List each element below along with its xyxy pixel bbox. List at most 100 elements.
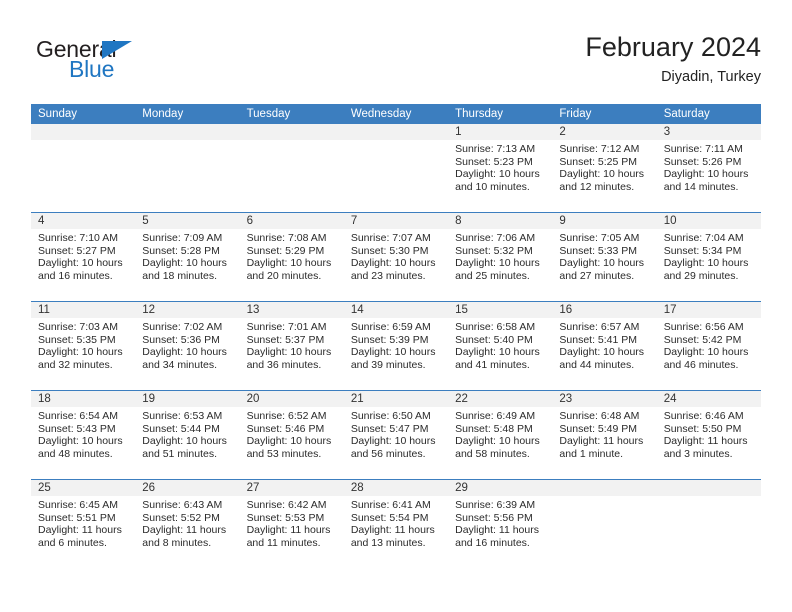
sunset-text: Sunset: 5:53 PM bbox=[246, 511, 325, 524]
calendar-day-cell[interactable]: 19 Sunrise: 6:53 AM Sunset: 5:44 PM Dayligh… bbox=[135, 391, 240, 479]
page-title: February 2024 bbox=[585, 32, 761, 62]
calendar-day-cell[interactable]: 4 Sunrise: 7:10 AM Sunset: 5:27 PM Daylight… bbox=[31, 213, 136, 301]
daylight-text: Daylight: 10 hours bbox=[246, 346, 332, 359]
daylight-text: and 13 minutes. bbox=[350, 536, 426, 549]
daylight-text: Daylight: 10 hours bbox=[455, 346, 540, 359]
sunrise-text: Sunrise: 6:52 AM bbox=[246, 410, 327, 422]
day-number: 20 bbox=[239, 391, 344, 407]
day-details: Sunrise: 7:06 AM Sunset: 5:32 PM Daylight:… bbox=[448, 229, 552, 282]
daylight-text: Daylight: 10 hours bbox=[455, 435, 540, 448]
daylight-text: Daylight: 11 hours bbox=[663, 435, 748, 448]
day-details: Sunrise: 6:41 AM Sunset: 5:54 PM Daylight:… bbox=[344, 496, 448, 549]
calendar-day-cell[interactable]: 17 Sunrise: 6:56 AM Sunset: 5:42 PM Dayligh… bbox=[656, 302, 761, 390]
sunset-text: Sunset: 5:37 PM bbox=[246, 333, 325, 346]
daylight-text: and 10 minutes. bbox=[455, 180, 530, 193]
day-number: 21 bbox=[343, 391, 449, 407]
sunrise-text: Sunrise: 7:01 AM bbox=[246, 321, 327, 333]
calendar-day-cell[interactable]: 29 Sunrise: 6:39 AM Sunset: 5:56 PM Dayligh… bbox=[448, 480, 553, 568]
daylight-text: Daylight: 10 hours bbox=[246, 435, 332, 448]
calendar-day-cell[interactable]: 20 Sunrise: 6:52 AM Sunset: 5:46 PM Dayligh… bbox=[239, 391, 344, 479]
sunset-text: Sunset: 5:47 PM bbox=[350, 422, 429, 435]
sunrise-text: Sunrise: 7:12 AM bbox=[559, 143, 640, 155]
calendar-body: 1 Sunrise: 7:13 AM Sunset: 5:23 PM Daylight… bbox=[31, 124, 761, 568]
daylight-text: and 51 minutes. bbox=[142, 447, 217, 460]
day-details: Sunrise: 6:43 AM Sunset: 5:52 PM Daylight:… bbox=[135, 496, 239, 549]
calendar-day-cell[interactable]: 6 Sunrise: 7:08 AM Sunset: 5:29 PM Daylight… bbox=[239, 213, 344, 301]
day-details bbox=[552, 496, 656, 499]
calendar-day-cell[interactable]: 21 Sunrise: 6:50 AM Sunset: 5:47 PM Dayligh… bbox=[343, 391, 449, 479]
day-details: Sunrise: 6:46 AM Sunset: 5:50 PM Daylight:… bbox=[657, 407, 761, 460]
calendar-day-cell[interactable]: 13 Sunrise: 7:01 AM Sunset: 5:37 PM Dayligh… bbox=[239, 302, 344, 390]
calendar-day-cell[interactable]: 26 Sunrise: 6:43 AM Sunset: 5:52 PM Dayligh… bbox=[135, 480, 240, 568]
daylight-text: Daylight: 10 hours bbox=[663, 346, 749, 359]
day-details: Sunrise: 7:02 AM Sunset: 5:36 PM Daylight:… bbox=[135, 318, 239, 371]
weekday-header-wednesday: Wednesday bbox=[350, 108, 412, 120]
calendar-day-cell[interactable]: 2 Sunrise: 7:12 AM Sunset: 5:25 PM Daylight… bbox=[552, 124, 657, 212]
day-number bbox=[31, 124, 136, 140]
sunset-text: Sunset: 5:44 PM bbox=[142, 422, 220, 435]
daylight-text: Daylight: 10 hours bbox=[350, 435, 436, 448]
daylight-text: and 18 minutes. bbox=[142, 269, 217, 282]
weekday-header-sunday: Sunday bbox=[38, 108, 78, 120]
calendar-day-cell[interactable]: 5 Sunrise: 7:09 AM Sunset: 5:28 PM Daylight… bbox=[135, 213, 240, 301]
day-number: 11 bbox=[31, 302, 136, 318]
day-details: Sunrise: 6:57 AM Sunset: 5:41 PM Daylight:… bbox=[552, 318, 656, 371]
calendar-day-cell[interactable]: 23 Sunrise: 6:48 AM Sunset: 5:49 PM Dayligh… bbox=[552, 391, 657, 479]
daylight-text: and 34 minutes. bbox=[142, 358, 217, 371]
day-number: 5 bbox=[135, 213, 240, 229]
day-details bbox=[240, 140, 344, 143]
calendar-week-row: 18 Sunrise: 6:54 AM Sunset: 5:43 PM Dayligh… bbox=[31, 390, 761, 479]
sunset-text: Sunset: 5:52 PM bbox=[142, 511, 220, 524]
logo-text-blue: Blue bbox=[69, 56, 115, 82]
calendar-day-cell[interactable]: 18 Sunrise: 6:54 AM Sunset: 5:43 PM Dayligh… bbox=[31, 391, 136, 479]
day-details: Sunrise: 7:12 AM Sunset: 5:25 PM Daylight:… bbox=[552, 140, 656, 193]
calendar-day-cell[interactable]: 16 Sunrise: 6:57 AM Sunset: 5:41 PM Dayligh… bbox=[552, 302, 657, 390]
calendar-day-cell[interactable]: 14 Sunrise: 6:59 AM Sunset: 5:39 PM Dayligh… bbox=[343, 302, 449, 390]
calendar-day-cell[interactable]: 28 Sunrise: 6:41 AM Sunset: 5:54 PM Dayligh… bbox=[343, 480, 449, 568]
daylight-text: and 27 minutes. bbox=[559, 269, 635, 282]
sunset-text: Sunset: 5:46 PM bbox=[246, 422, 325, 435]
day-details: Sunrise: 7:08 AM Sunset: 5:29 PM Daylight:… bbox=[240, 229, 344, 282]
daylight-text: and 20 minutes. bbox=[246, 269, 322, 282]
sunrise-text: Sunrise: 7:05 AM bbox=[559, 232, 640, 244]
calendar-day-cell[interactable]: 27 Sunrise: 6:42 AM Sunset: 5:53 PM Dayligh… bbox=[239, 480, 344, 568]
daylight-text: Daylight: 11 hours bbox=[559, 435, 644, 448]
calendar-day-cell[interactable]: 15 Sunrise: 6:58 AM Sunset: 5:40 PM Dayligh… bbox=[448, 302, 553, 390]
daylight-text: Daylight: 10 hours bbox=[455, 257, 540, 270]
day-number: 15 bbox=[448, 302, 553, 318]
daylight-text: and 25 minutes. bbox=[455, 269, 530, 282]
calendar-week-row: 1 Sunrise: 7:13 AM Sunset: 5:23 PM Daylight… bbox=[31, 124, 761, 212]
sunset-text: Sunset: 5:56 PM bbox=[455, 511, 533, 524]
day-number bbox=[552, 480, 657, 496]
daylight-text: and 8 minutes. bbox=[142, 536, 212, 549]
calendar-day-cell[interactable]: 7 Sunrise: 7:07 AM Sunset: 5:30 PM Daylight… bbox=[343, 213, 449, 301]
calendar-day-cell[interactable]: 24 Sunrise: 6:46 AM Sunset: 5:50 PM Dayligh… bbox=[656, 391, 761, 479]
day-details: Sunrise: 6:58 AM Sunset: 5:40 PM Daylight:… bbox=[448, 318, 552, 371]
day-number bbox=[135, 124, 240, 140]
calendar-day-cell[interactable]: 1 Sunrise: 7:13 AM Sunset: 5:23 PM Daylight… bbox=[448, 124, 553, 212]
calendar-day-cell[interactable]: 8 Sunrise: 7:06 AM Sunset: 5:32 PM Daylight… bbox=[448, 213, 553, 301]
sunset-text: Sunset: 5:34 PM bbox=[663, 244, 742, 257]
sunset-text: Sunset: 5:28 PM bbox=[142, 244, 220, 257]
sunset-text: Sunset: 5:35 PM bbox=[38, 333, 116, 346]
calendar-day-cell[interactable]: 10 Sunrise: 7:04 AM Sunset: 5:34 PM Dayligh… bbox=[656, 213, 761, 301]
calendar-day-cell[interactable]: 12 Sunrise: 7:02 AM Sunset: 5:36 PM Dayligh… bbox=[135, 302, 240, 390]
daylight-text: and 14 minutes. bbox=[663, 180, 739, 193]
calendar-day-cell[interactable]: 22 Sunrise: 6:49 AM Sunset: 5:48 PM Dayligh… bbox=[448, 391, 553, 479]
calendar-day-cell-empty bbox=[239, 124, 344, 212]
calendar-day-cell[interactable]: 11 Sunrise: 7:03 AM Sunset: 5:35 PM Dayligh… bbox=[31, 302, 136, 390]
general-blue-logo[interactable]: General Blue bbox=[36, 36, 216, 92]
daylight-text: and 58 minutes. bbox=[455, 447, 530, 460]
calendar-day-cell[interactable]: 9 Sunrise: 7:05 AM Sunset: 5:33 PM Daylight… bbox=[552, 213, 657, 301]
sunrise-text: Sunrise: 6:50 AM bbox=[350, 410, 431, 422]
calendar-day-cell[interactable]: 25 Sunrise: 6:45 AM Sunset: 5:51 PM Dayligh… bbox=[31, 480, 136, 568]
daylight-text: and 44 minutes. bbox=[559, 358, 635, 371]
calendar-day-cell[interactable]: 3 Sunrise: 7:11 AM Sunset: 5:26 PM Daylight… bbox=[656, 124, 761, 212]
sunset-text: Sunset: 5:51 PM bbox=[38, 511, 116, 524]
sunset-text: Sunset: 5:49 PM bbox=[559, 422, 638, 435]
day-number: 18 bbox=[31, 391, 136, 407]
day-number: 13 bbox=[239, 302, 344, 318]
day-details: Sunrise: 6:49 AM Sunset: 5:48 PM Daylight:… bbox=[448, 407, 552, 460]
day-details: Sunrise: 7:07 AM Sunset: 5:30 PM Daylight:… bbox=[344, 229, 448, 282]
day-details: Sunrise: 6:48 AM Sunset: 5:49 PM Daylight:… bbox=[552, 407, 656, 460]
